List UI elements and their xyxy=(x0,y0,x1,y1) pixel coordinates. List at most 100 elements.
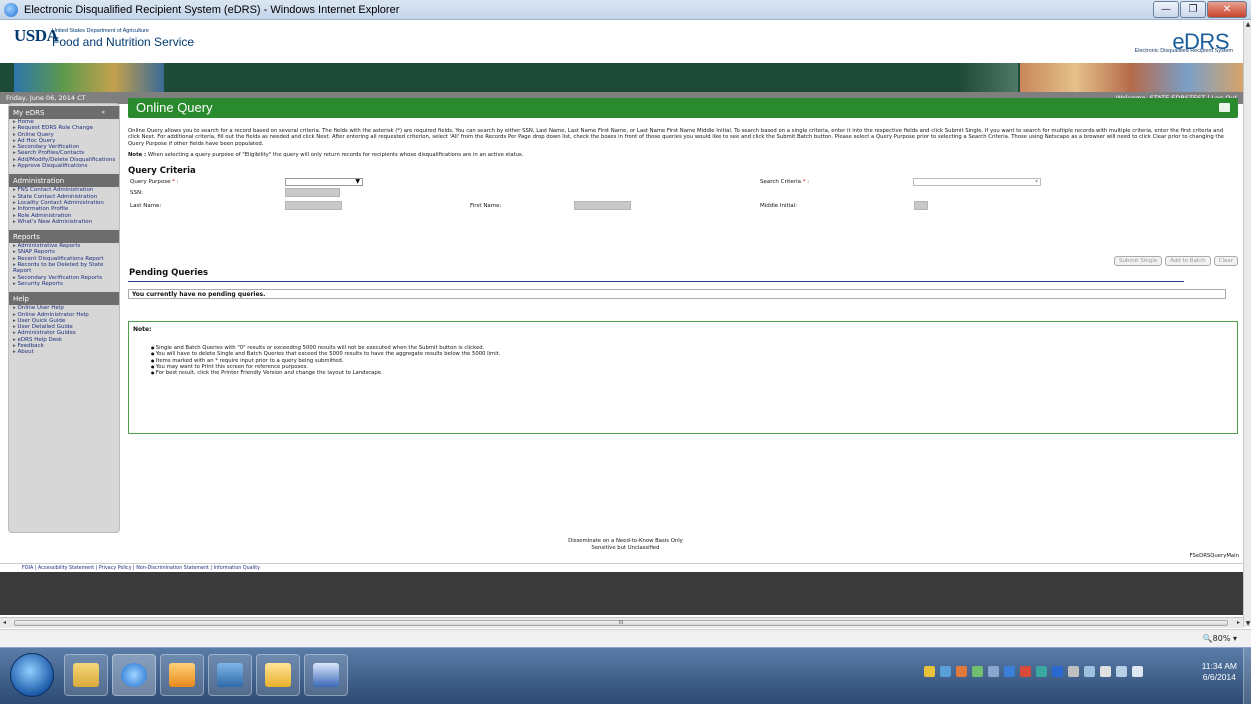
clock-date: 6/6/2014 xyxy=(1202,672,1236,682)
taskbar-app[interactable] xyxy=(208,654,252,696)
page-title: Online Query xyxy=(136,100,213,115)
nav-item-reports-3[interactable]: Records to be Deleted by State Report xyxy=(9,262,119,275)
nav-header-label: Administration xyxy=(13,177,65,186)
show-desktop-button[interactable] xyxy=(1243,648,1251,705)
taskbar-outlook[interactable] xyxy=(256,654,300,696)
middle-initial-label: Middle Initial: xyxy=(760,203,797,210)
usda-subtitle: United States Department of Agriculture xyxy=(52,28,149,34)
nav-header-administration: Administration xyxy=(9,174,119,188)
taskbar-word[interactable] xyxy=(304,654,348,696)
tray-icon[interactable] xyxy=(972,666,983,677)
tray-icon[interactable] xyxy=(1052,666,1063,677)
collapse-icon[interactable]: « xyxy=(101,109,105,116)
pending-queries-heading: Pending Queries xyxy=(129,268,209,278)
tray-icon[interactable] xyxy=(940,666,951,677)
banner-photo-left xyxy=(14,63,164,92)
nav-header-help: Help xyxy=(9,292,119,306)
window-title: Electronic Disqualified Recipient System… xyxy=(24,3,400,16)
app-icon xyxy=(217,663,243,687)
close-button[interactable]: ✕ xyxy=(1207,1,1247,18)
note-label: Note : xyxy=(128,152,147,159)
agency-name: Food and Nutrition Service xyxy=(52,35,195,49)
notes-list: Single and Batch Queries with "0" result… xyxy=(151,345,1233,376)
banner-graphic xyxy=(958,63,1018,92)
clock-time: 11:34 AM xyxy=(1201,661,1237,671)
scroll-up-icon[interactable]: ▲ xyxy=(1244,21,1251,28)
tray-icon[interactable] xyxy=(1084,666,1095,677)
scroll-left-icon[interactable]: ◂ xyxy=(3,619,6,626)
page-bottom-area xyxy=(0,572,1243,615)
note-item: For best result, click the Printer Frien… xyxy=(151,370,1233,376)
printer-icon[interactable] xyxy=(1219,103,1230,112)
tray-icon[interactable] xyxy=(988,666,999,677)
first-name-input[interactable] xyxy=(574,201,631,211)
nav-header-my-edrs: My eDRS « xyxy=(9,106,119,119)
submit-single-button[interactable]: Submit Single xyxy=(1113,256,1163,266)
ie-icon xyxy=(4,2,18,17)
maximize-button[interactable]: ❐ xyxy=(1180,1,1206,18)
main-content: Online Query Online Query allows you to … xyxy=(128,98,1238,434)
ssn-input[interactable] xyxy=(285,188,340,198)
zoom-level[interactable]: 🔍80% ▾ xyxy=(1203,634,1237,643)
site-header: USDA United States Department of Agricul… xyxy=(0,21,1243,63)
tray-icon[interactable] xyxy=(1020,666,1031,677)
minimize-button[interactable]: — xyxy=(1153,1,1179,18)
status-bar: 🔍80% ▾ xyxy=(0,629,1251,647)
last-name-input[interactable] xyxy=(285,201,342,211)
nav-list-reports: Administrative ReportsSNAP ReportsRecent… xyxy=(9,243,119,287)
nav-header-label: Reports xyxy=(13,233,40,242)
horizontal-scrollbar[interactable]: ◂ III ▸ xyxy=(0,617,1243,628)
search-criteria-select[interactable]: ▾ xyxy=(913,178,1041,187)
dissemination-line-2: Sensitive but Unclassified xyxy=(591,544,660,551)
scroll-right-icon[interactable]: ▸ xyxy=(1237,619,1240,626)
photo-banner xyxy=(0,63,1243,92)
nav-item-help-7[interactable]: About xyxy=(9,349,119,355)
dropdown-arrow-icon: ▼ xyxy=(355,178,360,186)
tray-icon[interactable] xyxy=(1004,666,1015,677)
taskbar-explorer[interactable] xyxy=(64,654,108,696)
nav-header-label: Help xyxy=(13,295,29,304)
scroll-down-icon[interactable]: ▼ xyxy=(1244,620,1251,627)
middle-initial-input[interactable] xyxy=(914,201,928,211)
left-navigation: My eDRS « HomeRequest EDRS Role ChangeOn… xyxy=(8,103,120,533)
nav-list-help: Online User HelpOnline Administrator Hel… xyxy=(9,305,119,355)
last-name-label: Last Name: xyxy=(130,203,162,210)
banner-photo-right xyxy=(1020,63,1243,92)
taskbar: 11:34 AM 6/6/2014 xyxy=(0,647,1251,705)
dissemination-notice: Disseminate on a Need-to-Know Basis Only… xyxy=(0,538,1251,551)
clear-button[interactable]: Clear xyxy=(1213,256,1238,266)
pending-divider xyxy=(128,281,1184,282)
tray-icon[interactable] xyxy=(1036,666,1047,677)
tray-icon[interactable] xyxy=(924,666,935,677)
word-icon xyxy=(313,663,339,687)
add-to-batch-button[interactable]: Add to Batch xyxy=(1165,256,1211,266)
nav-list-administration: FNS Contact AdministrationState Contact … xyxy=(9,187,119,225)
system-clock[interactable]: 11:34 AM 6/6/2014 xyxy=(1202,661,1237,683)
notes-title: Note: xyxy=(133,326,152,333)
flag-icon[interactable] xyxy=(1100,666,1111,677)
taskbar-media[interactable] xyxy=(160,654,204,696)
vertical-scrollbar[interactable]: ▲ ▼ xyxy=(1243,21,1251,627)
nav-header-label: My eDRS xyxy=(13,109,45,117)
query-criteria-heading: Query Criteria xyxy=(128,166,196,177)
tray-icon[interactable] xyxy=(1068,666,1079,677)
note-text: When selecting a query purpose of "Eligi… xyxy=(147,152,524,159)
system-tray xyxy=(924,666,1143,677)
network-icon[interactable] xyxy=(1116,666,1127,677)
volume-icon[interactable] xyxy=(1132,666,1143,677)
folder-icon xyxy=(73,663,99,687)
eligibility-note: Note : When selecting a query purpose of… xyxy=(128,152,1238,158)
footer-links[interactable]: FOIA | Accessibility Statement | Privacy… xyxy=(0,563,1251,572)
query-purpose-label: Query Purpose * : xyxy=(130,179,179,186)
query-form: Query Purpose * : ▼ Search Criteria * : … xyxy=(128,178,1238,223)
page-description: Online Query allows you to search for a … xyxy=(128,128,1225,147)
nav-header-reports: Reports xyxy=(9,230,119,244)
tray-icon[interactable] xyxy=(956,666,967,677)
start-button[interactable] xyxy=(10,653,54,697)
first-name-label: First Name: xyxy=(470,203,502,210)
window-titlebar: Electronic Disqualified Recipient System… xyxy=(0,0,1251,20)
taskbar-ie[interactable] xyxy=(112,654,156,696)
scroll-thumb[interactable]: III xyxy=(14,620,1228,626)
query-purpose-select[interactable]: ▼ xyxy=(285,178,363,187)
outlook-icon xyxy=(265,663,291,687)
